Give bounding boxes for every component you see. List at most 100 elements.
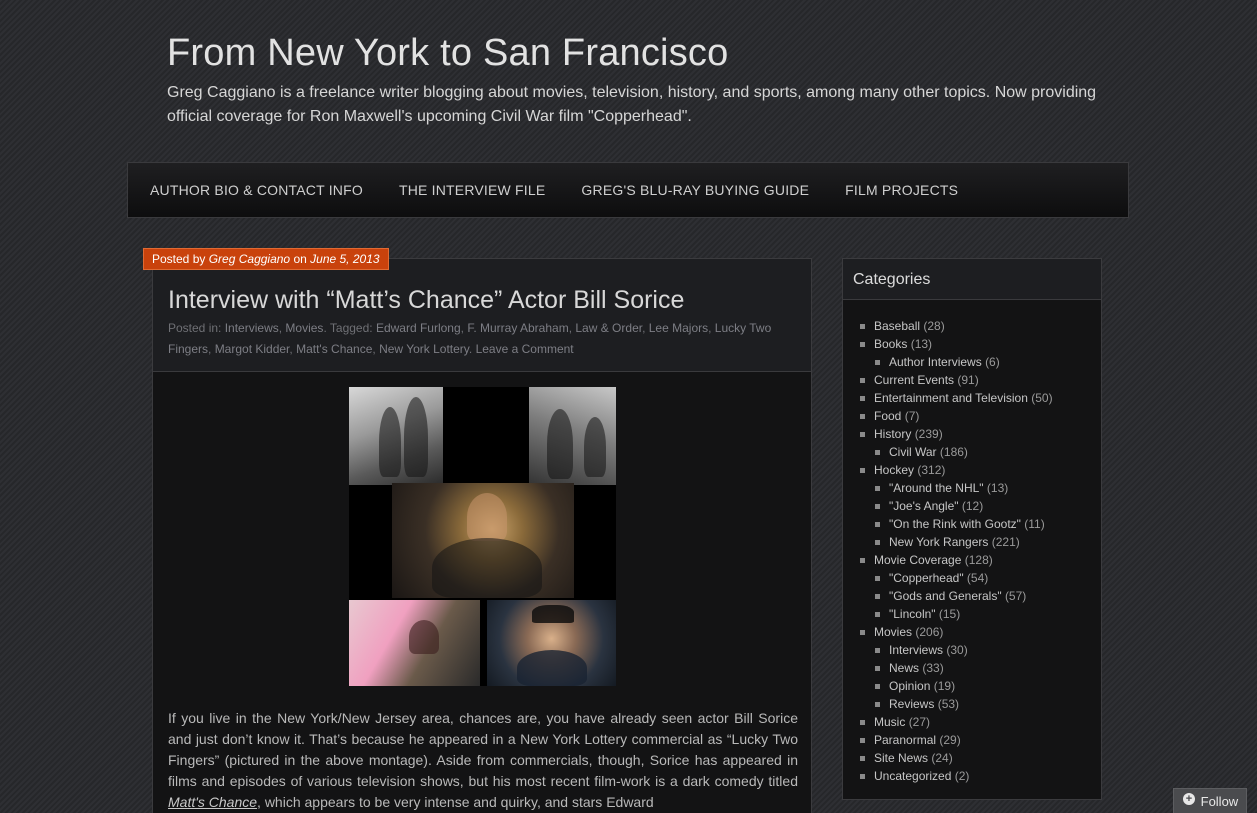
category-count: (128)	[964, 553, 993, 567]
category-item: Music (27)	[859, 713, 1101, 731]
category-item: Entertainment and Television (50)	[859, 389, 1101, 407]
category-count: (206)	[915, 625, 944, 639]
nav-interview-file[interactable]: THE INTERVIEW FILE	[381, 182, 563, 198]
category-link[interactable]: "On the Rink with Gootz"	[889, 517, 1021, 531]
category-item: History (239)	[859, 425, 1101, 443]
category-count: (13)	[910, 337, 933, 351]
category-count: (53)	[937, 697, 960, 711]
category-link[interactable]: Hockey	[874, 463, 914, 477]
category-count: (33)	[922, 661, 944, 675]
category-count: (11)	[1024, 517, 1045, 531]
nav-film-projects[interactable]: FILM PROJECTS	[827, 182, 976, 198]
tagged-label: Tagged:	[329, 321, 373, 335]
category-link[interactable]: Civil War	[889, 445, 937, 459]
leave-comment-link[interactable]: Leave a Comment	[476, 342, 574, 356]
category-item: Uncategorized (2)	[859, 767, 1101, 785]
category-count: (29)	[939, 733, 961, 747]
posted-in-label: Posted in:	[168, 321, 222, 335]
category-count: (13)	[986, 481, 1009, 495]
tag-link[interactable]: Lee Majors	[649, 321, 708, 335]
tag-link[interactable]: F. Murray Abraham	[467, 321, 568, 335]
category-count: (15)	[938, 607, 961, 621]
category-link[interactable]: Author Interviews	[889, 355, 982, 369]
plus-circle-icon: +	[1183, 793, 1195, 805]
category-list: Baseball (28) Books (13) Author Interviews…	[843, 300, 1101, 785]
post-author-link[interactable]: Greg Caggiano	[209, 252, 290, 266]
category-item: "Copperhead" (54)	[874, 569, 1101, 587]
tag-link[interactable]: Edward Furlong	[376, 321, 461, 335]
nav-blu-ray-guide[interactable]: GREG'S BLU-RAY BUYING GUIDE	[563, 182, 827, 198]
category-link[interactable]: Site News	[874, 751, 928, 765]
category-item: Books (13)	[859, 335, 1101, 353]
post-body: If you live in the New York/New Jersey a…	[168, 708, 798, 813]
category-item: Paranormal (29)	[859, 731, 1101, 749]
montage-photo-officer	[487, 600, 616, 686]
category-count: (19)	[933, 679, 956, 693]
montage-photo-film-set	[349, 387, 443, 485]
photo-montage	[349, 387, 616, 686]
category-link[interactable]: Paranormal	[874, 733, 936, 747]
category-link[interactable]: "Around the NHL"	[889, 481, 984, 495]
category-item: New York Rangers (221)	[874, 533, 1101, 551]
post-meta: Posted in: Interviews, Movies. Tagged: E…	[168, 321, 772, 356]
category-item: Hockey (312)	[859, 461, 1101, 479]
category-link[interactable]: Entertainment and Television	[874, 391, 1028, 405]
category-link[interactable]: Movie Coverage	[874, 553, 961, 567]
category-link[interactable]: News	[889, 661, 919, 675]
tag-link[interactable]: Matt's Chance	[296, 342, 372, 356]
category-link[interactable]: Movies	[874, 625, 912, 639]
category-link[interactable]: New York Rangers	[889, 535, 988, 549]
category-count: (28)	[923, 319, 945, 333]
matts-chance-link[interactable]: Matt's Chance	[168, 794, 257, 810]
tag-link[interactable]: New York Lottery	[379, 342, 469, 356]
tag-link[interactable]: Law & Order	[575, 321, 642, 335]
category-item: Site News (24)	[859, 749, 1101, 767]
tag-link[interactable]: Margot Kidder	[215, 342, 290, 356]
category-item: Baseball (28)	[859, 317, 1101, 335]
site-description: Greg Caggiano is a freelance writer blog…	[167, 84, 1097, 125]
follow-label: Follow	[1200, 794, 1239, 809]
post-title[interactable]: Interview with “Matt’s Chance” Actor Bil…	[168, 285, 796, 315]
category-link[interactable]: "Joe's Angle"	[889, 499, 959, 513]
category-link-interviews[interactable]: Interviews	[225, 321, 279, 335]
category-link[interactable]: "Copperhead"	[889, 571, 964, 585]
category-item: "Around the NHL" (13)	[874, 479, 1101, 497]
category-item: "Gods and Generals" (57)	[874, 587, 1101, 605]
category-item: Current Events (91)	[859, 371, 1101, 389]
category-count: (239)	[914, 427, 943, 441]
posted-by-label: Posted by	[152, 252, 206, 266]
category-item: Civil War (186)	[874, 443, 1101, 461]
site-title[interactable]: From New York to San Francisco	[167, 32, 728, 75]
category-link[interactable]: Food	[874, 409, 901, 423]
category-link[interactable]: Uncategorized	[874, 769, 951, 783]
category-link[interactable]: Books	[874, 337, 907, 351]
category-item: Movie Coverage (128)	[859, 551, 1101, 569]
category-link[interactable]: Baseball	[874, 319, 920, 333]
category-link[interactable]: Reviews	[889, 697, 934, 711]
post-body-text-continued: , which appears to be very intense and q…	[257, 794, 654, 810]
category-link[interactable]: "Gods and Generals"	[889, 589, 1002, 603]
follow-button[interactable]: + Follow	[1173, 788, 1247, 813]
montage-photo-portrait	[392, 483, 574, 598]
category-count: (2)	[954, 769, 970, 783]
posted-on-label: on	[293, 252, 307, 266]
category-count: (30)	[946, 643, 968, 657]
category-link-movies[interactable]: Movies	[285, 321, 323, 335]
category-link[interactable]: Current Events	[874, 373, 954, 387]
category-item: "On the Rink with Gootz" (11)	[874, 515, 1101, 533]
category-count: (24)	[931, 751, 953, 765]
posted-by-badge: Posted by Greg Caggiano on June 5, 2013	[143, 248, 389, 270]
category-link[interactable]: Opinion	[889, 679, 930, 693]
category-count: (7)	[904, 409, 920, 423]
category-link[interactable]: "Lincoln"	[889, 607, 936, 621]
category-count: (91)	[957, 373, 979, 387]
category-item: "Joe's Angle" (12)	[874, 497, 1101, 515]
category-link[interactable]: Music	[874, 715, 905, 729]
post-date-link[interactable]: June 5, 2013	[310, 252, 379, 266]
category-link[interactable]: History	[874, 427, 911, 441]
category-item: Interviews (30)	[874, 641, 1101, 659]
nav-author-bio[interactable]: AUTHOR BIO & CONTACT INFO	[132, 182, 381, 198]
category-count: (312)	[917, 463, 946, 477]
category-count: (12)	[961, 499, 984, 513]
category-link[interactable]: Interviews	[889, 643, 943, 657]
